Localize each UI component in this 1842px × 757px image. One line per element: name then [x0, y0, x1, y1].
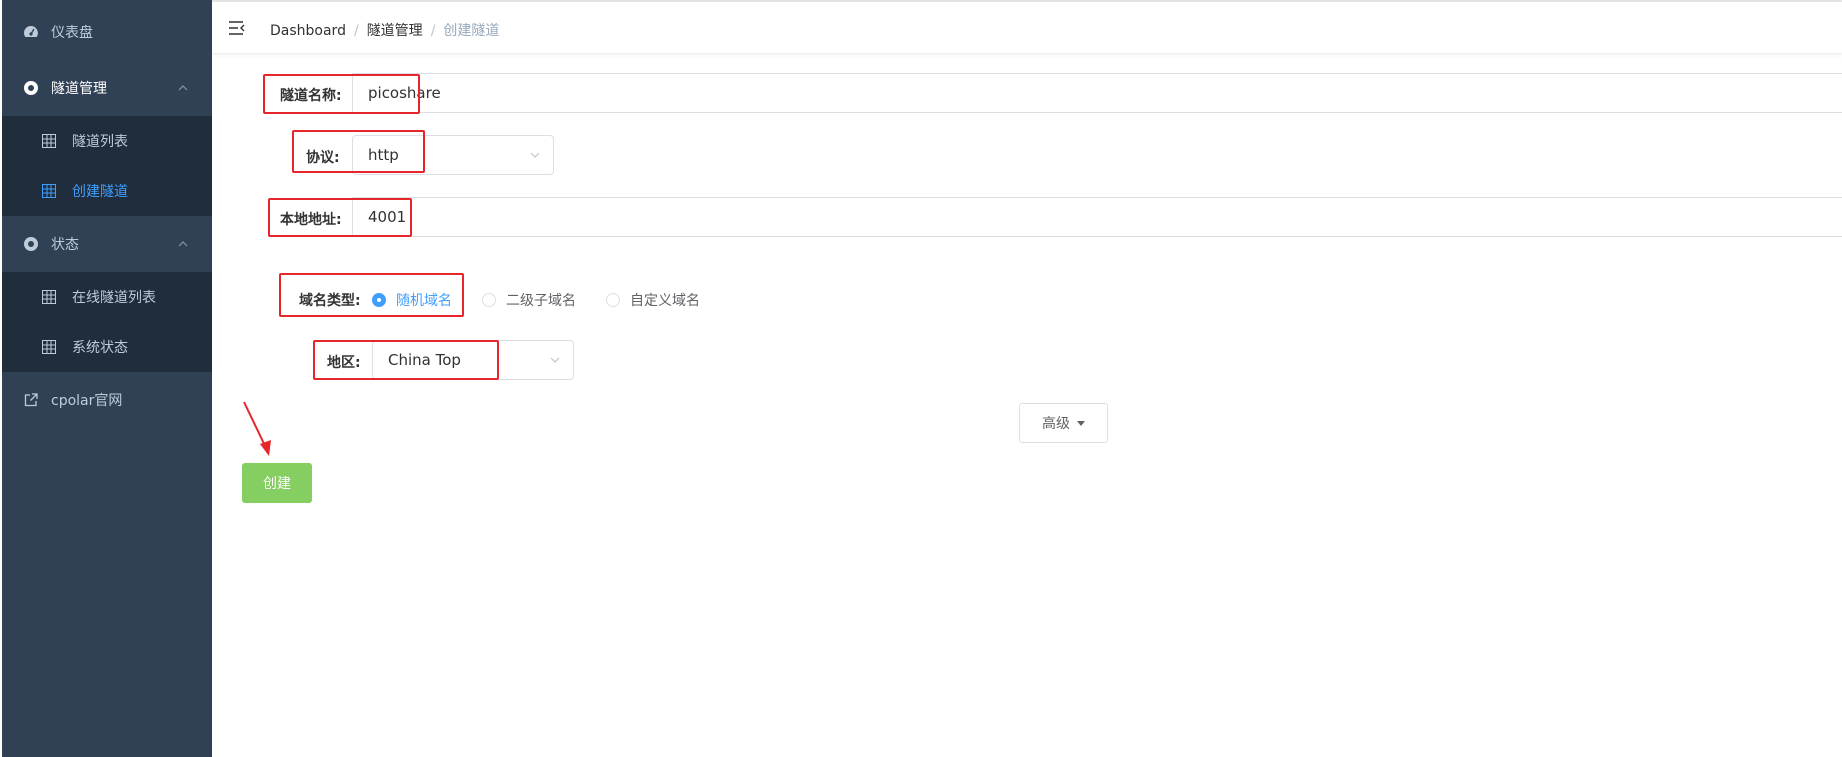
table-icon	[42, 184, 56, 198]
sidebar-item-label: 在线隧道列表	[72, 290, 156, 306]
advanced-button[interactable]: 高级	[1019, 403, 1108, 443]
sidebar-item-label: 仪表盘	[51, 25, 93, 41]
create-button[interactable]: 创建	[242, 463, 312, 503]
annotation-box	[268, 198, 412, 237]
sidebar-item-label: 隧道列表	[72, 134, 128, 150]
tunnel-manage-icon	[24, 81, 38, 95]
navbar: Dashboard / 隧道管理 / 创建隧道	[212, 2, 1842, 54]
radio-subdomain[interactable]: 二级子域名	[482, 290, 576, 310]
sidebar-item-label: 隧道管理	[51, 81, 107, 97]
table-icon	[42, 290, 56, 304]
sidebar-item-cpolar-site[interactable]: cpolar官网	[2, 372, 212, 428]
sidebar-item-label: cpolar官网	[51, 393, 123, 409]
table-icon	[42, 340, 56, 354]
table-icon	[42, 134, 56, 148]
annotation-box	[313, 340, 499, 380]
breadcrumb-separator: /	[353, 23, 359, 39]
annotation-box	[292, 130, 425, 173]
caret-down-icon	[1077, 420, 1085, 426]
submenu-tunnel: 隧道列表 创建隧道	[2, 116, 212, 216]
breadcrumb-separator: /	[430, 23, 436, 39]
annotation-box	[279, 273, 464, 317]
sidebar-item-tunnel-list[interactable]: 隧道列表	[2, 116, 212, 166]
sidebar: 仪表盘 隧道管理 隧道列表 创建隧道 状态 在线隧道列表 系统状态 cpolar…	[2, 0, 212, 757]
radio-label: 自定义域名	[630, 293, 700, 309]
arrow-annotation-icon	[243, 401, 271, 456]
create-button-label: 创建	[263, 476, 291, 492]
tunnel-name-input[interactable]: picoshare	[352, 73, 1842, 113]
sidebar-item-status[interactable]: 状态	[2, 216, 212, 272]
radio-dot	[482, 293, 496, 307]
external-link-icon	[24, 393, 38, 407]
advanced-button-label: 高级	[1042, 416, 1070, 432]
app: 仪表盘 隧道管理 隧道列表 创建隧道 状态 在线隧道列表 系统状态 cpolar…	[0, 0, 1842, 757]
annotation-box	[263, 74, 420, 114]
sidebar-item-label: 系统状态	[72, 340, 128, 356]
sidebar-item-tunnel-manage[interactable]: 隧道管理	[2, 60, 212, 116]
sidebar-item-create-tunnel[interactable]: 创建隧道	[2, 166, 212, 216]
radio-dot	[606, 293, 620, 307]
chevron-down-icon	[550, 357, 560, 363]
breadcrumb: Dashboard / 隧道管理 / 创建隧道	[270, 20, 499, 40]
status-icon	[24, 237, 38, 251]
sidebar-item-system-status[interactable]: 系统状态	[2, 322, 212, 372]
sidebar-item-online-tunnels[interactable]: 在线隧道列表	[2, 272, 212, 322]
sidebar-item-label: 创建隧道	[72, 184, 128, 200]
dashboard-icon	[24, 26, 38, 37]
chevron-up-icon	[178, 241, 188, 247]
submenu-status: 在线隧道列表 系统状态	[2, 272, 212, 372]
local-address-input[interactable]: 4001	[352, 197, 1842, 237]
sidebar-item-label: 状态	[51, 237, 79, 253]
chevron-up-icon	[178, 85, 188, 91]
breadcrumb-item-tunnel-manage[interactable]: 隧道管理	[367, 23, 423, 39]
chevron-down-icon	[530, 152, 540, 158]
breadcrumb-item-dashboard[interactable]: Dashboard	[270, 23, 346, 39]
sidebar-item-dashboard[interactable]: 仪表盘	[2, 4, 212, 60]
hamburger-icon[interactable]	[228, 20, 246, 36]
breadcrumb-item-current: 创建隧道	[443, 23, 500, 39]
main-content: Dashboard / 隧道管理 / 创建隧道 隧道名称: picoshare 协议: …	[212, 0, 1842, 757]
radio-custom-domain[interactable]: 自定义域名	[606, 290, 700, 310]
radio-label: 二级子域名	[506, 293, 576, 309]
